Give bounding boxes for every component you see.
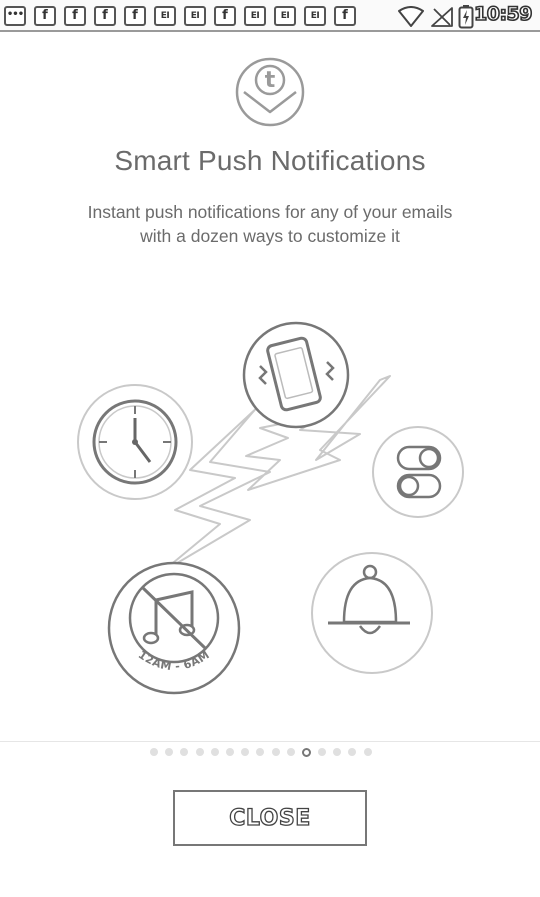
divider — [0, 741, 540, 742]
close-button[interactable]: CLOSE — [173, 790, 367, 846]
email-icon: EI — [184, 6, 206, 26]
page-dot[interactable] — [150, 748, 158, 756]
page-subtitle: Instant push notifications for any of yo… — [40, 200, 500, 248]
subtitle-line-2: with a dozen ways to customize it — [140, 226, 400, 246]
email-icon: EI — [304, 6, 326, 26]
email-icon: EI — [274, 6, 296, 26]
page-dot[interactable] — [210, 748, 219, 756]
page-dot[interactable] — [333, 748, 342, 756]
wifi-icon — [398, 6, 424, 27]
page-dot[interactable] — [363, 748, 372, 756]
page-dot[interactable] — [271, 748, 280, 756]
subtitle-line-1: Instant push notifications for any of yo… — [87, 202, 453, 222]
page-dot[interactable] — [318, 748, 327, 756]
page-dot[interactable] — [225, 748, 234, 756]
facebook-icon: f — [94, 6, 116, 26]
page-dot[interactable] — [241, 748, 250, 756]
page-dot-active[interactable] — [301, 747, 311, 757]
page-indicator — [150, 746, 390, 758]
facebook-icon: f — [124, 6, 146, 26]
bell-icon — [311, 552, 433, 674]
clock-icon — [77, 384, 193, 500]
page-dot[interactable] — [180, 748, 189, 756]
facebook-icon: f — [214, 6, 236, 26]
battery-charging-icon — [458, 5, 474, 29]
page-dot[interactable] — [195, 748, 204, 756]
feature-illustration: 12AM - 6AM — [77, 321, 464, 695]
app-logo-icon: t — [235, 57, 305, 127]
email-icon: EI — [154, 6, 176, 26]
status-bar: ••• f f f f EI EI f EI EI EI f 10:59 — [0, 0, 540, 32]
muted-music-icon: 12AM - 6AM — [107, 561, 241, 695]
page-title: Smart Push Notifications — [114, 145, 426, 176]
facebook-icon: f — [34, 6, 56, 26]
facebook-icon: f — [64, 6, 86, 26]
vibrating-phone-icon — [242, 321, 350, 429]
more-dots-icon: ••• — [4, 6, 26, 26]
facebook-icon: f — [334, 6, 356, 26]
app-logo-letter: t — [265, 68, 276, 93]
close-button-label: CLOSE — [229, 805, 311, 831]
page-dot[interactable] — [286, 748, 295, 756]
page-dot[interactable] — [348, 748, 357, 756]
page-dot[interactable] — [165, 748, 174, 756]
toggle-icon — [372, 426, 464, 518]
status-clock: 10:59 — [473, 2, 533, 26]
page-dot[interactable] — [256, 748, 265, 756]
no-signal-icon — [431, 7, 453, 27]
email-icon: EI — [244, 6, 266, 26]
